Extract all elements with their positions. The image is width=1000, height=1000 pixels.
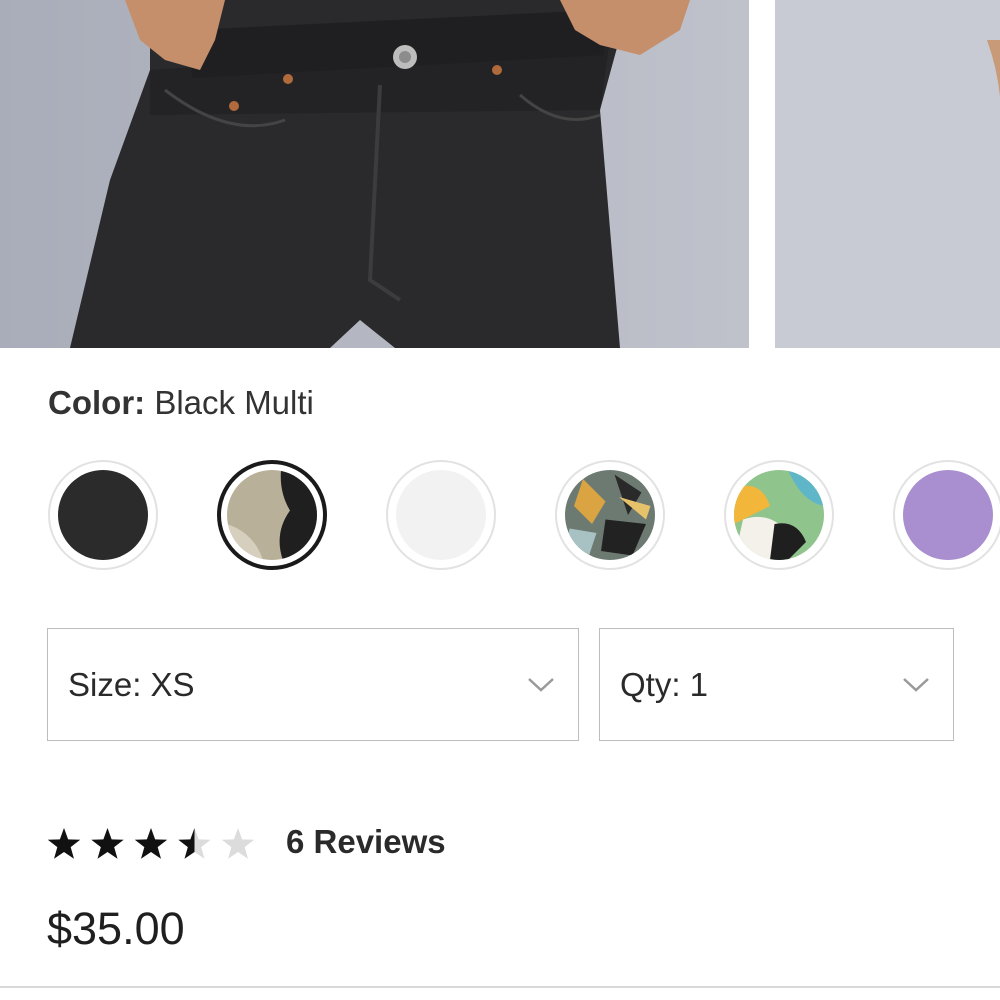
swatch-black[interactable] — [48, 460, 158, 570]
star-filled-icon — [134, 828, 168, 859]
color-label-key: Color: — [48, 384, 146, 421]
swatch-print-fill — [565, 470, 655, 560]
swatch-black-multi[interactable] — [217, 460, 327, 570]
color-label: Color: Black Multi — [48, 384, 314, 422]
reviews-link[interactable]: 6 Reviews — [286, 822, 446, 862]
swatch-black-fill — [58, 470, 148, 560]
color-value: Black Multi — [154, 384, 314, 421]
swatch-white-fill — [396, 470, 486, 560]
product-image-carousel[interactable] — [0, 0, 1000, 348]
chevron-down-icon — [903, 678, 929, 692]
swatch-lavender[interactable] — [893, 460, 1000, 570]
swatch-print[interactable] — [555, 460, 665, 570]
divider — [0, 986, 1000, 988]
swatch-lavender-fill — [903, 470, 993, 560]
star-filled-icon — [47, 828, 81, 859]
star-filled-icon — [91, 828, 124, 859]
size-select[interactable]: Size: XS — [47, 628, 579, 741]
size-select-value: Size: XS — [68, 666, 195, 703]
swatch-white[interactable] — [386, 460, 496, 570]
product-image-next[interactable] — [775, 0, 1000, 348]
star-empty-icon — [221, 828, 255, 859]
star-rating-icon — [47, 828, 255, 859]
swatch-abstract-fill — [734, 470, 824, 560]
qty-select[interactable]: Qty: 1 — [599, 628, 954, 741]
swatch-black-multi-fill — [227, 470, 317, 560]
qty-select-value: Qty: 1 — [620, 666, 709, 703]
product-image-main[interactable] — [0, 0, 749, 348]
product-price: $35.00 — [47, 903, 185, 954]
rating-stars[interactable] — [46, 824, 261, 866]
swatch-abstract[interactable] — [724, 460, 834, 570]
chevron-down-icon — [528, 678, 554, 692]
